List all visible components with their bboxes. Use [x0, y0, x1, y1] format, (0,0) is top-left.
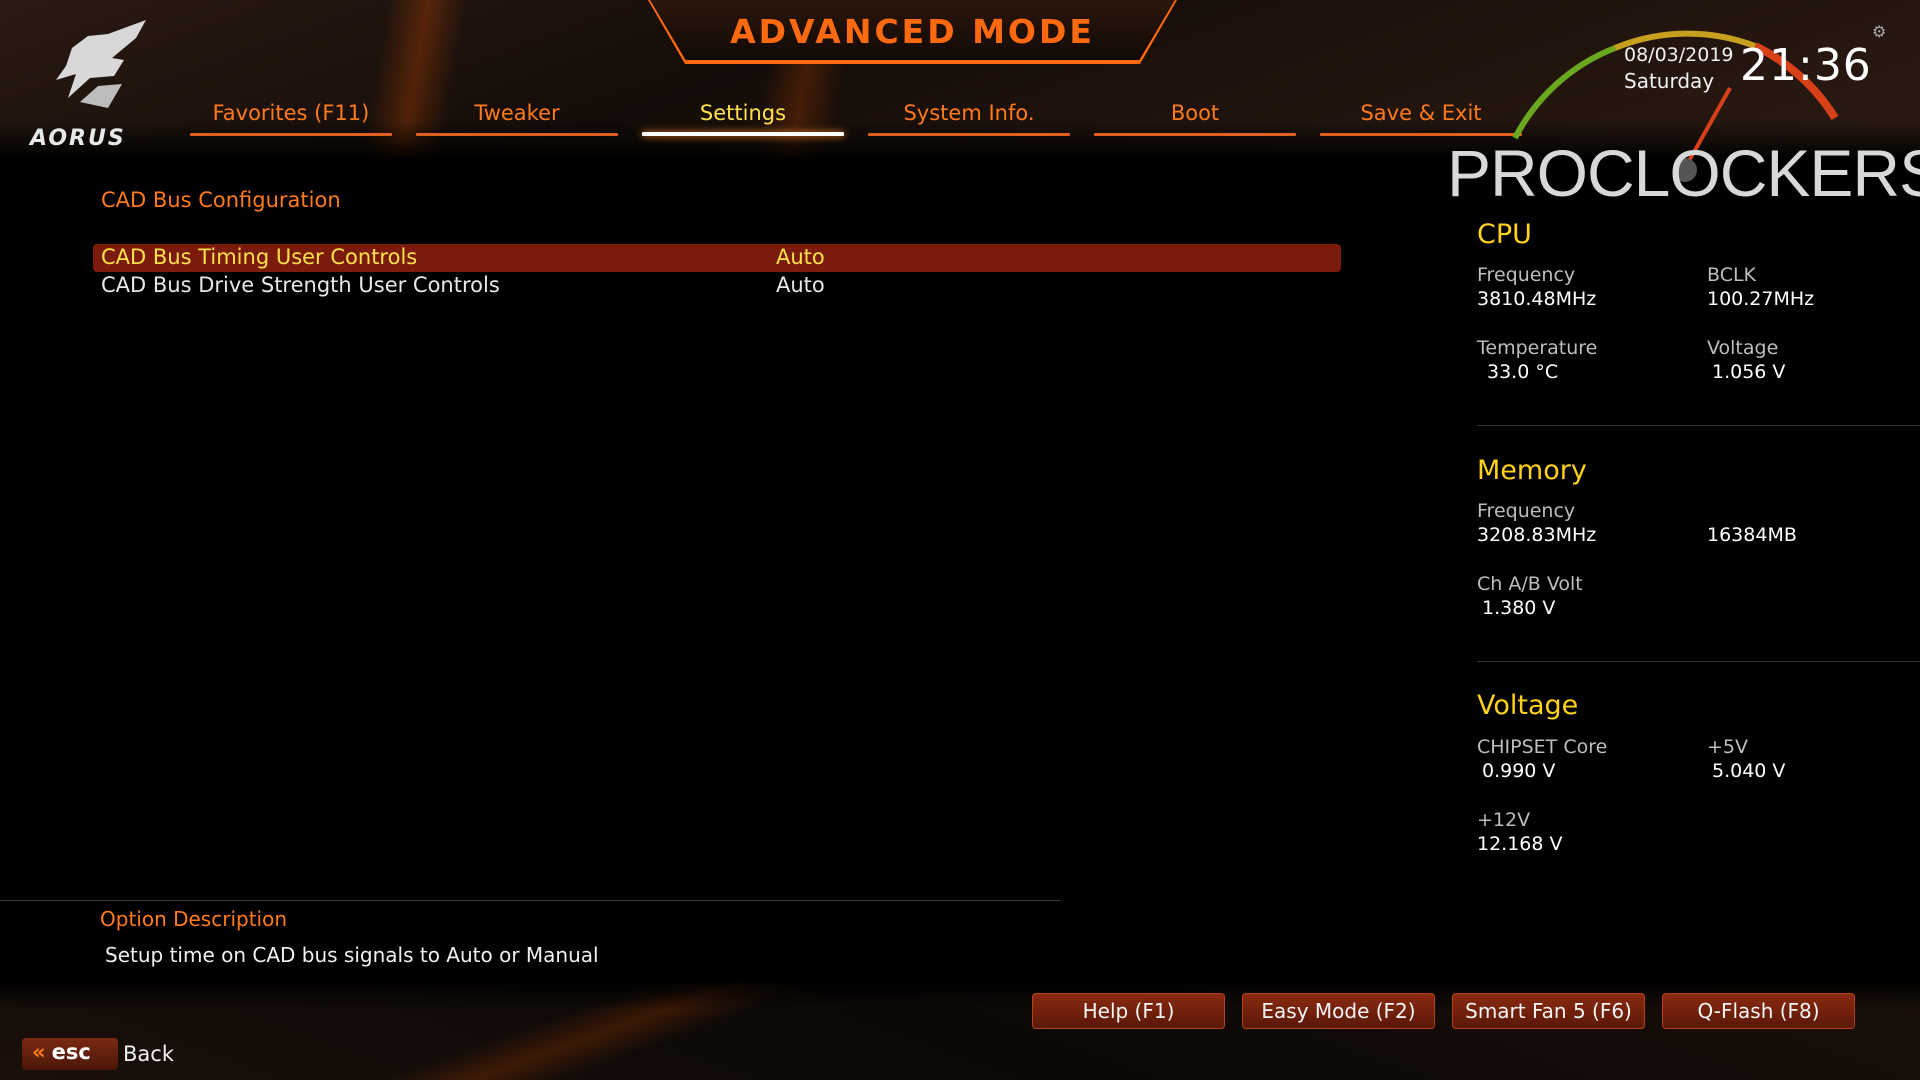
q-flash-button[interactable]: Q-Flash (F8)	[1662, 993, 1855, 1029]
cpu-bclk-label: BCLK	[1707, 264, 1757, 286]
memory-volt-value: 1.380 V	[1482, 597, 1556, 619]
cpu-frequency-label: Frequency	[1477, 264, 1576, 286]
chipset-core-label: CHIPSET Core	[1477, 736, 1608, 758]
clock-time: 21:36	[1740, 40, 1872, 91]
double-chevron-left-icon: «	[32, 1040, 46, 1064]
smart-fan-button[interactable]: Smart Fan 5 (F6)	[1452, 993, 1645, 1029]
description-divider	[0, 900, 1060, 901]
v12-label: +12V	[1477, 809, 1531, 831]
v5-label: +5V	[1707, 736, 1749, 758]
section-title: CAD Bus Configuration	[101, 188, 341, 212]
cpu-frequency-value: 3810.48MHz	[1477, 288, 1597, 310]
cpu-temperature-value: 33.0 °C	[1487, 361, 1559, 383]
setting-row-cad-bus-drive-strength[interactable]: CAD Bus Drive Strength User Controls Aut…	[93, 272, 1341, 300]
tab-system-info[interactable]: System Info.	[868, 98, 1070, 138]
cpu-temperature-label: Temperature	[1477, 337, 1598, 359]
easy-mode-button[interactable]: Easy Mode (F2)	[1242, 993, 1435, 1029]
setting-label: CAD Bus Timing User Controls	[101, 245, 418, 269]
memory-heading: Memory	[1477, 455, 1587, 486]
panel-divider	[1477, 661, 1920, 662]
cpu-voltage-value: 1.056 V	[1712, 361, 1786, 383]
tab-favorites[interactable]: Favorites (F11)	[190, 98, 392, 138]
back-label: Back	[123, 1042, 174, 1066]
page-title: ADVANCED MODE	[730, 12, 1095, 51]
cpu-heading: CPU	[1477, 219, 1532, 250]
cpu-bclk-value: 100.27MHz	[1707, 288, 1815, 310]
main-tabs: Favorites (F11) Tweaker Settings System …	[190, 98, 1522, 138]
setting-row-cad-bus-timing[interactable]: CAD Bus Timing User Controls Auto	[93, 244, 1341, 272]
panel-divider	[1477, 425, 1920, 426]
tab-boot[interactable]: Boot	[1094, 98, 1296, 138]
setting-value[interactable]: Auto	[776, 273, 825, 297]
memory-frequency-value: 3208.83MHz	[1477, 524, 1597, 546]
setting-label: CAD Bus Drive Strength User Controls	[101, 273, 500, 297]
gear-icon[interactable]: ⚙	[1872, 22, 1886, 41]
tab-tweaker[interactable]: Tweaker	[416, 98, 618, 138]
tab-settings[interactable]: Settings	[642, 98, 844, 138]
v5-value: 5.040 V	[1712, 760, 1786, 782]
esc-back-button[interactable]: «esc	[22, 1038, 118, 1070]
day-text: Saturday	[1624, 69, 1715, 93]
date-text: 08/03/2019	[1624, 44, 1734, 66]
esc-label: esc	[51, 1040, 91, 1064]
option-description-text: Setup time on CAD bus signals to Auto or…	[105, 943, 599, 967]
voltage-heading: Voltage	[1477, 690, 1579, 721]
v12-value: 12.168 V	[1477, 833, 1563, 855]
memory-frequency-label: Frequency	[1477, 500, 1576, 522]
tab-save-exit[interactable]: Save & Exit	[1320, 98, 1522, 138]
memory-size-value: 16384MB	[1707, 524, 1797, 546]
watermark-logo: PROCLOCKERS	[1447, 136, 1920, 210]
help-button[interactable]: Help (F1)	[1032, 993, 1225, 1029]
chipset-core-value: 0.990 V	[1482, 760, 1556, 782]
setting-value[interactable]: Auto	[776, 245, 825, 269]
option-description-title: Option Description	[100, 907, 288, 931]
cpu-voltage-label: Voltage	[1707, 337, 1779, 359]
aorus-logo-text: AORUS	[30, 126, 126, 151]
memory-volt-label: Ch A/B Volt	[1477, 573, 1583, 595]
